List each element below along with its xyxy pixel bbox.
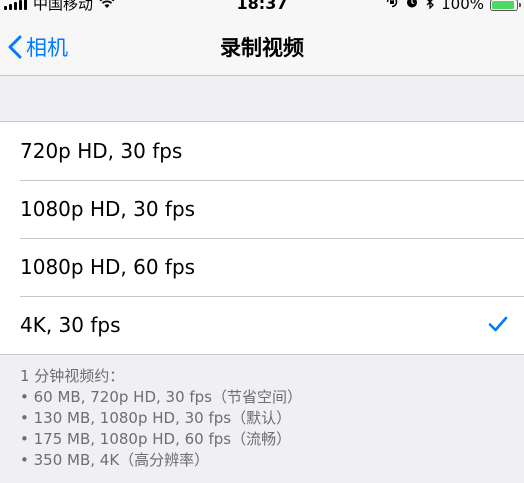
footer-line: • 350 MB, 4K（高分辨率） [20, 451, 210, 469]
footer-line: • 130 MB, 1080p HD, 30 fps（默认） [20, 409, 292, 427]
option-label: 4K, 30 fps [20, 313, 121, 337]
size-info-footer: 1 分钟视频约： • 60 MB, 720p HD, 30 fps（节省空间） … [20, 366, 302, 471]
status-bar: 中国移动 18:37 100% [0, 0, 524, 14]
page-title: 录制视频 [220, 36, 304, 60]
footer-line: • 60 MB, 720p HD, 30 fps（节省空间） [20, 388, 302, 406]
video-format-list: 720p HD, 30 fps 1080p HD, 30 fps 1080p H… [0, 121, 524, 355]
navigation-bar: 相机 录制视频 [0, 14, 524, 76]
footer-heading: 1 分钟视频约： [20, 367, 125, 385]
option-label: 720p HD, 30 fps [20, 139, 183, 163]
orientation-lock-icon [385, 0, 399, 14]
option-label: 1080p HD, 30 fps [20, 197, 196, 221]
option-720p-30fps[interactable]: 720p HD, 30 fps [0, 122, 524, 180]
bluetooth-icon [425, 0, 435, 14]
option-4k-30fps[interactable]: 4K, 30 fps [0, 296, 524, 354]
option-1080p-60fps[interactable]: 1080p HD, 60 fps [0, 238, 524, 296]
battery-fill [492, 0, 514, 9]
alarm-icon [405, 0, 419, 14]
option-label: 1080p HD, 60 fps [20, 255, 196, 279]
battery-percent: 100% [441, 0, 484, 13]
battery-icon [490, 0, 521, 11]
checkmark-icon [488, 316, 508, 332]
screen: 中国移动 18:37 100% 相机 录制视频 720p HD, 30 fps … [0, 0, 524, 483]
option-1080p-30fps[interactable]: 1080p HD, 30 fps [0, 180, 524, 238]
footer-line: • 175 MB, 1080p HD, 60 fps（流畅） [20, 430, 292, 448]
status-right: 100% [385, 0, 521, 14]
